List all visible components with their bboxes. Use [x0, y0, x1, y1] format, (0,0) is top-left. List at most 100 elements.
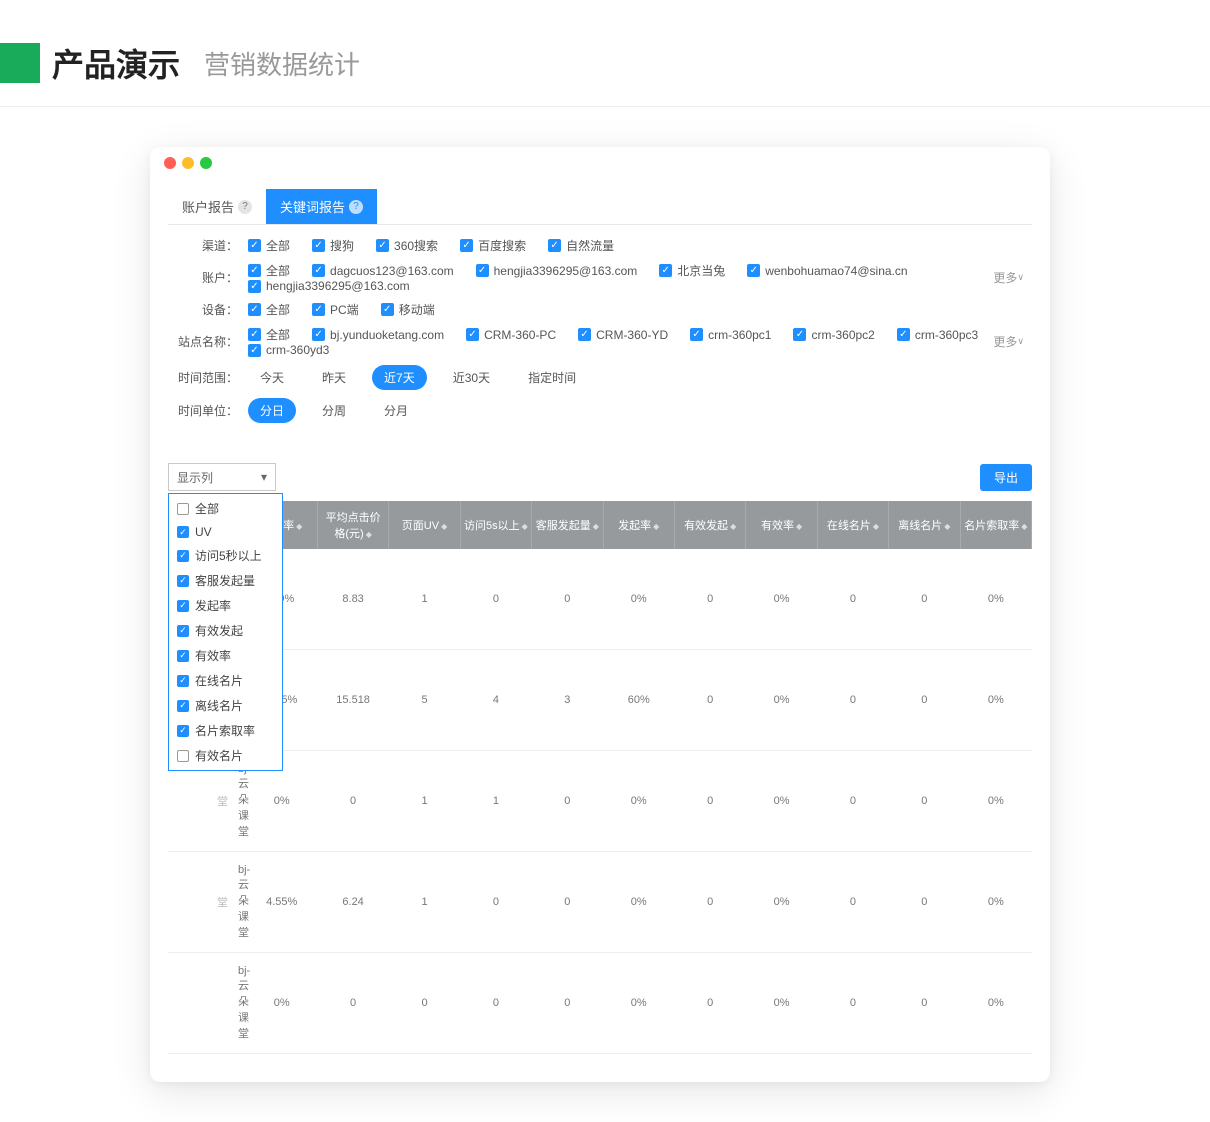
table-cell: 0 [389, 953, 460, 1054]
time-option[interactable]: 分日 [248, 398, 296, 423]
table-cell: 0 [817, 549, 888, 650]
dropdown-item[interactable]: ✓客服发起量 [169, 568, 282, 593]
filter-option[interactable]: ✓全部 [248, 301, 290, 318]
column-header-label: 在线名片 [827, 520, 871, 532]
table-cell: 0 [889, 650, 960, 751]
tab-keyword-report[interactable]: 关键词报告 ? [266, 189, 377, 224]
dropdown-item[interactable]: ✓有效发起 [169, 618, 282, 643]
time-option[interactable]: 指定时间 [516, 365, 588, 390]
column-header[interactable]: 平均点击价格(元)◆ [317, 501, 388, 549]
close-icon[interactable] [164, 157, 176, 169]
filter-option[interactable]: ✓全部 [248, 237, 290, 254]
filter-option[interactable]: ✓全部 [248, 262, 290, 279]
filter-option[interactable]: ✓北京当兔 [659, 262, 725, 279]
sort-icon[interactable]: ◆ [873, 522, 879, 531]
maximize-icon[interactable] [200, 157, 212, 169]
checkbox-icon: ✓ [476, 264, 489, 277]
table-cell: 0 [460, 549, 531, 650]
filter-label: 时间单位： [168, 402, 248, 419]
filter-option[interactable]: ✓hengjia3396295@163.com [476, 262, 638, 279]
columns-dropdown[interactable]: 显示列 ▾ [168, 463, 276, 491]
caret-down-icon: ▾ [261, 470, 267, 484]
dropdown-item[interactable]: ✓离线名片 [169, 693, 282, 718]
sort-icon[interactable]: ◆ [1021, 522, 1027, 531]
time-option[interactable]: 分月 [372, 398, 420, 423]
page-title: 产品演示 [52, 40, 180, 86]
column-header[interactable]: 有效发起◆ [674, 501, 745, 549]
sort-icon[interactable]: ◆ [944, 522, 950, 531]
filter-option[interactable]: ✓移动端 [381, 301, 435, 318]
export-button[interactable]: 导出 [980, 464, 1032, 491]
filter-option[interactable]: ✓crm-360pc3 [897, 326, 978, 343]
dropdown-item-label: 访问5秒以上 [195, 547, 262, 564]
dropdown-item[interactable]: ✓有效率 [169, 643, 282, 668]
column-header[interactable]: 页面UV◆ [389, 501, 460, 549]
sort-icon[interactable]: ◆ [366, 530, 372, 539]
filter-option[interactable]: ✓CRM-360-PC [466, 326, 556, 343]
filter-option[interactable]: ✓自然流量 [548, 237, 614, 254]
more-link[interactable]: 更多 ∨ [993, 269, 1024, 286]
minimize-icon[interactable] [182, 157, 194, 169]
column-header[interactable]: 访问5s以上◆ [460, 501, 531, 549]
column-header[interactable]: 离线名片◆ [889, 501, 960, 549]
column-header[interactable]: 客服发起量◆ [532, 501, 603, 549]
export-label: 导出 [994, 471, 1018, 485]
filter-option-label: crm-360pc2 [811, 328, 874, 342]
sort-icon[interactable]: ◆ [730, 522, 736, 531]
dropdown-label: 显示列 [177, 469, 213, 486]
filter-option[interactable]: ✓dagcuos123@163.com [312, 262, 454, 279]
sort-icon[interactable]: ◆ [653, 522, 659, 531]
filter-option[interactable]: ✓crm-360yd3 [248, 343, 329, 357]
time-option[interactable]: 昨天 [310, 365, 358, 390]
checkbox-icon: ✓ [312, 328, 325, 341]
filter-option[interactable]: ✓wenbohuamao74@sina.cn [747, 262, 907, 279]
filter-option[interactable]: ✓PC端 [312, 301, 359, 318]
help-icon[interactable]: ? [349, 200, 363, 214]
sort-icon[interactable]: ◆ [796, 522, 802, 531]
filter-option[interactable]: ✓crm-360pc2 [793, 326, 874, 343]
table-cell [168, 953, 230, 1054]
dropdown-item[interactable]: ✓名片索取率 [169, 718, 282, 743]
time-option[interactable]: 近7天 [372, 365, 427, 390]
table-cell: 0 [674, 852, 745, 953]
dropdown-item[interactable]: 全部 [169, 496, 282, 521]
column-header[interactable]: 发起率◆ [603, 501, 674, 549]
dropdown-item[interactable]: ✓访问5秒以上 [169, 543, 282, 568]
filter-option[interactable]: ✓全部 [248, 326, 290, 343]
sort-icon[interactable]: ◆ [296, 522, 302, 531]
column-header[interactable]: 在线名片◆ [817, 501, 888, 549]
column-header[interactable]: 有效率◆ [746, 501, 817, 549]
filter-option[interactable]: ✓bj.yunduoketang.com [312, 326, 444, 343]
dropdown-item[interactable]: ✓UV [169, 521, 282, 543]
dropdown-item[interactable]: ✓发起率 [169, 593, 282, 618]
dropdown-item[interactable]: ✓在线名片 [169, 668, 282, 693]
time-option[interactable]: 近30天 [441, 365, 502, 390]
filter-option[interactable]: ✓hengjia3396295@163.com [248, 279, 410, 293]
filter-option[interactable]: ✓crm-360pc1 [690, 326, 771, 343]
filter-option[interactable]: ✓搜狗 [312, 237, 354, 254]
filter-option[interactable]: ✓CRM-360-YD [578, 326, 668, 343]
table-cell: 0 [460, 953, 531, 1054]
dropdown-item-label: 发起率 [195, 597, 231, 614]
filter-option-label: dagcuos123@163.com [330, 264, 454, 278]
time-option[interactable]: 分周 [310, 398, 358, 423]
more-link[interactable]: 更多 ∨ [993, 333, 1024, 350]
help-icon[interactable]: ? [238, 200, 252, 214]
sort-icon[interactable]: ◆ [593, 522, 599, 531]
table-cell: 0% [960, 751, 1031, 852]
window-titlebar [150, 147, 1050, 179]
checkbox-icon: ✓ [312, 239, 325, 252]
table-cell: 0% [960, 953, 1031, 1054]
sort-icon[interactable]: ◆ [522, 522, 528, 531]
table-cell: 60% [603, 650, 674, 751]
dropdown-item[interactable]: 有效名片 [169, 743, 282, 768]
column-header-label: 有效率 [761, 520, 794, 532]
sort-icon[interactable]: ◆ [441, 522, 447, 531]
tab-account-report[interactable]: 账户报告 ? [168, 189, 266, 224]
filter-option[interactable]: ✓百度搜索 [460, 237, 526, 254]
table-cell: 堂 [168, 852, 230, 953]
column-header[interactable]: 名片索取率◆ [960, 501, 1031, 549]
filter-option[interactable]: ✓360搜索 [376, 237, 438, 254]
time-option[interactable]: 今天 [248, 365, 296, 390]
dropdown-item-label: 名片索取率 [195, 722, 255, 739]
